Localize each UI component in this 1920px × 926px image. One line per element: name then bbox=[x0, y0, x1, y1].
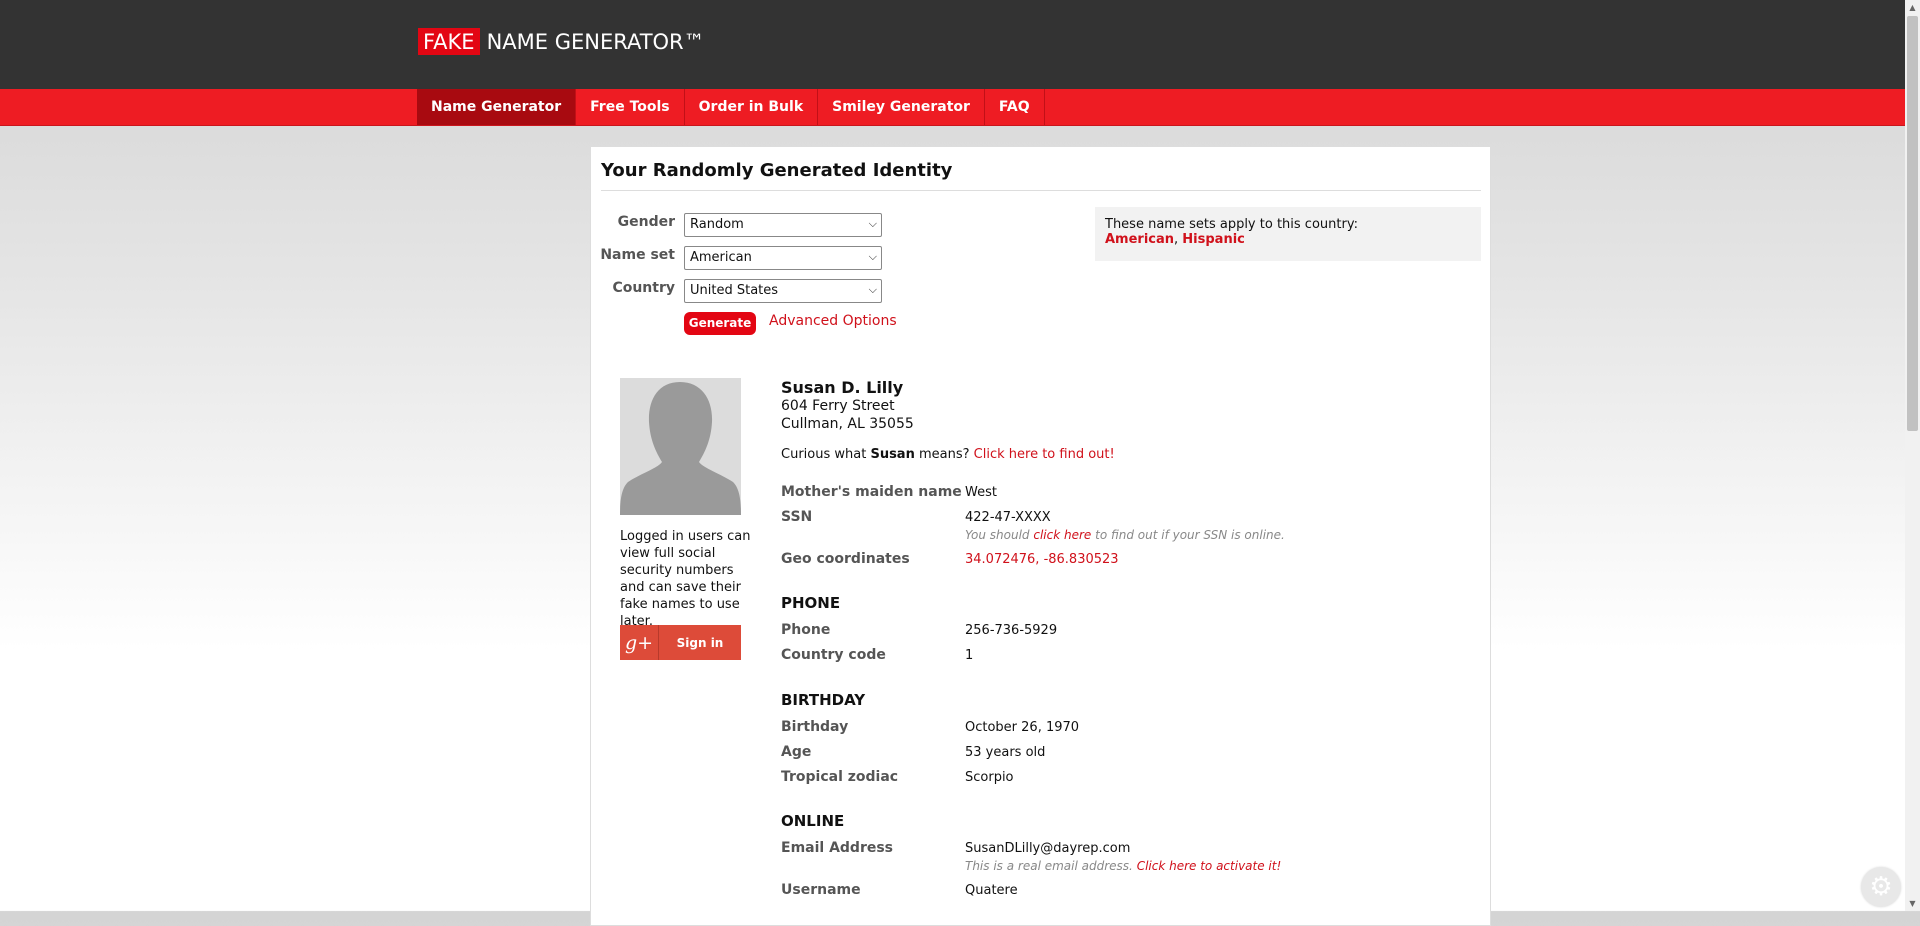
zodiac-value: Scorpio bbox=[965, 770, 1014, 785]
ssn-note: You should click here to find out if you… bbox=[965, 528, 1285, 542]
nameset-label: Name set bbox=[600, 247, 675, 263]
login-info-text: Logged in users can view full social sec… bbox=[620, 529, 751, 629]
country-label: Country bbox=[612, 280, 675, 296]
main-nav-bar: Name Generator Free Tools Order in Bulk … bbox=[0, 89, 1905, 126]
maiden-name-value: West bbox=[965, 485, 997, 500]
email-activate-link[interactable]: Click here to activate it! bbox=[1137, 859, 1282, 873]
title-divider bbox=[601, 190, 1481, 191]
gender-select[interactable]: Random ⌵ bbox=[684, 213, 882, 237]
google-signin-button[interactable]: g+ Sign in bbox=[620, 625, 741, 660]
site-header: FAKE NAME GENERATOR™ bbox=[0, 0, 1905, 89]
ssn-note-prefix: You should bbox=[965, 528, 1030, 542]
scroll-up-arrow[interactable]: ▲ bbox=[1905, 0, 1920, 15]
zodiac-label: Tropical zodiac bbox=[781, 769, 899, 785]
birthday-value: October 26, 1970 bbox=[965, 720, 1080, 735]
gender-select-value: Random bbox=[690, 217, 744, 232]
google-plus-icon: g+ bbox=[620, 625, 659, 660]
gear-icon[interactable]: ⚙ bbox=[1861, 867, 1901, 907]
nameset-link-hispanic[interactable]: Hispanic bbox=[1182, 232, 1245, 247]
advanced-options-link[interactable]: Advanced Options bbox=[769, 313, 897, 329]
gender-label: Gender bbox=[617, 214, 675, 230]
curious-prefix: Curious what bbox=[781, 447, 867, 462]
country-code-label: Country code bbox=[781, 647, 886, 663]
chevron-down-icon: ⌵ bbox=[868, 250, 877, 263]
identity-name: Susan D. Lilly bbox=[781, 378, 904, 397]
username-label: Username bbox=[781, 882, 861, 898]
country-namesets-text: These name sets apply to this country: bbox=[1105, 217, 1358, 232]
ssn-label: SSN bbox=[781, 509, 813, 525]
age-label: Age bbox=[781, 744, 812, 760]
scrollbar-thumb[interactable] bbox=[1907, 16, 1918, 431]
country-namesets-box: These name sets apply to this country: A… bbox=[1095, 207, 1481, 261]
nav-free-tools[interactable]: Free Tools bbox=[576, 89, 685, 125]
email-note: This is a real email address. Click here… bbox=[965, 859, 1281, 873]
email-value: SusanDLilly@dayrep.com bbox=[965, 841, 1131, 856]
scroll-down-arrow[interactable]: ▼ bbox=[1905, 896, 1920, 911]
identity-street: 604 Ferry Street bbox=[781, 398, 895, 414]
ssn-value: 422-47-XXXX bbox=[965, 510, 1051, 525]
phone-section-heading: PHONE bbox=[781, 594, 841, 612]
logo-text: NAME GENERATOR™ bbox=[486, 29, 705, 54]
ssn-note-suffix: to find out if your SSN is online. bbox=[1095, 528, 1285, 542]
phone-label: Phone bbox=[781, 622, 831, 638]
name-meaning-link[interactable]: Click here to find out! bbox=[974, 447, 1115, 462]
name-meaning-line: Curious what Susan means? Click here to … bbox=[781, 447, 1115, 462]
ssn-check-link[interactable]: click here bbox=[1033, 528, 1091, 542]
phone-value: 256-736-5929 bbox=[965, 623, 1058, 638]
geo-coordinates-link[interactable]: 34.072476, -86.830523 bbox=[965, 552, 1119, 567]
chevron-down-icon: ⌵ bbox=[868, 283, 877, 296]
nav-faq[interactable]: FAQ bbox=[985, 89, 1045, 125]
nameset-select[interactable]: American ⌵ bbox=[684, 246, 882, 270]
username-value: Quatere bbox=[965, 883, 1018, 898]
nameset-select-value: American bbox=[690, 250, 752, 265]
birthday-label: Birthday bbox=[781, 719, 849, 735]
main-nav: Name Generator Free Tools Order in Bulk … bbox=[417, 89, 1045, 125]
chevron-down-icon: ⌵ bbox=[868, 217, 877, 230]
identity-panel: Your Randomly Generated Identity Gender … bbox=[590, 146, 1491, 926]
curious-first-name: Susan bbox=[870, 447, 915, 462]
identity-city: Cullman, AL 35055 bbox=[781, 416, 914, 432]
nameset-link-american[interactable]: American bbox=[1105, 232, 1174, 247]
page-title: Your Randomly Generated Identity bbox=[601, 160, 953, 181]
generate-button[interactable]: Generate bbox=[684, 312, 756, 335]
nav-smiley-generator[interactable]: Smiley Generator bbox=[818, 89, 985, 125]
geo-label: Geo coordinates bbox=[781, 551, 910, 567]
email-note-prefix: This is a real email address. bbox=[965, 859, 1133, 873]
birthday-section-heading: BIRTHDAY bbox=[781, 691, 866, 709]
avatar bbox=[620, 378, 741, 515]
country-select-value: United States bbox=[690, 283, 779, 298]
maiden-name-label: Mother's maiden name bbox=[781, 484, 962, 500]
logo-fake-badge: FAKE bbox=[418, 28, 480, 55]
silhouette-icon bbox=[620, 378, 741, 515]
curious-suffix: means? bbox=[918, 447, 970, 462]
online-section-heading: ONLINE bbox=[781, 812, 845, 830]
signin-label: Sign in bbox=[676, 635, 724, 650]
email-label: Email Address bbox=[781, 840, 894, 856]
age-value: 53 years old bbox=[965, 745, 1046, 760]
nav-name-generator[interactable]: Name Generator bbox=[417, 89, 577, 125]
country-select[interactable]: United States ⌵ bbox=[684, 279, 882, 303]
nav-order-in-bulk[interactable]: Order in Bulk bbox=[685, 89, 819, 125]
country-code-value: 1 bbox=[965, 648, 974, 663]
site-logo[interactable]: FAKE NAME GENERATOR™ bbox=[418, 28, 705, 55]
